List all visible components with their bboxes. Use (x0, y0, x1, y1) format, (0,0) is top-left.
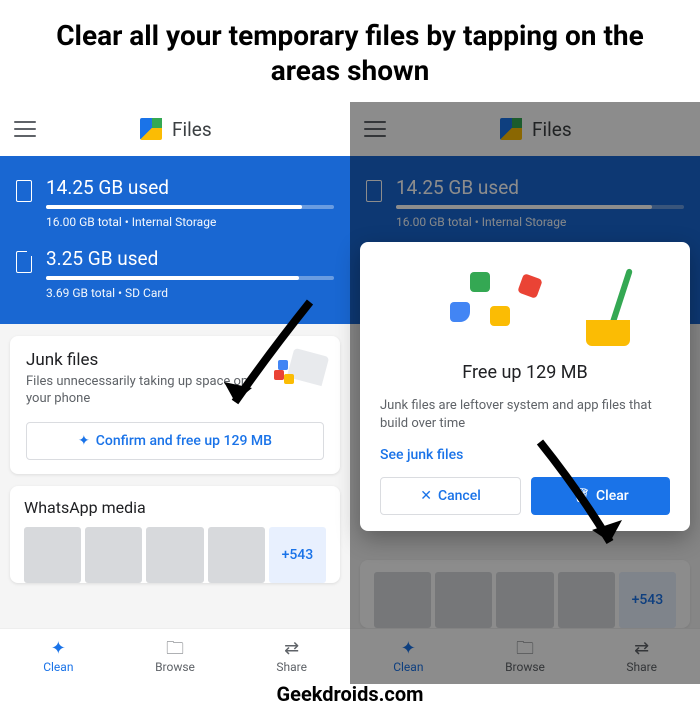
phone-icon (366, 180, 382, 202)
sparkle-icon: ✦ (78, 433, 90, 449)
whatsapp-title: WhatsApp media (24, 498, 326, 517)
menu-icon[interactable] (14, 121, 36, 137)
bottom-nav: ✦Clean 🗀Browse ⇄Share (350, 628, 700, 684)
nav-share[interactable]: ⇄Share (233, 629, 350, 684)
files-logo-icon (500, 118, 522, 140)
app-name: Files (172, 118, 212, 141)
folder-search-icon: 🗀 (516, 640, 534, 658)
sd-used: 3.25 GB used (46, 247, 334, 270)
screen-right: Files 14.25 GB used 16.00 GB total • Int… (350, 102, 700, 684)
app-brand: Files (140, 118, 212, 141)
media-thumb[interactable] (208, 527, 265, 583)
confirm-free-up-button[interactable]: ✦ Confirm and free up 129 MB (26, 422, 324, 460)
internal-used: 14.25 GB used (46, 176, 334, 199)
media-more[interactable]: +543 (269, 527, 326, 583)
annotation-arrow (210, 292, 320, 422)
nav-browse[interactable]: 🗀Browse (467, 629, 584, 684)
whatsapp-card-bg: +543 (360, 560, 690, 628)
internal-sub: 16.00 GB total • Internal Storage (46, 215, 334, 229)
whatsapp-card: WhatsApp media +543 (10, 486, 340, 583)
dialog-title: Free up 129 MB (380, 362, 670, 383)
instruction-headline: Clear all your temporary files by tappin… (0, 0, 700, 102)
nav-clean[interactable]: ✦Clean (350, 629, 467, 684)
app-brand: Files (500, 118, 572, 141)
internal-bar (46, 205, 334, 209)
files-logo-icon (140, 118, 162, 140)
dialog-text: Junk files are leftover system and app f… (380, 397, 670, 433)
thumbnail-row: +543 (24, 527, 326, 583)
nav-browse[interactable]: 🗀Browse (117, 629, 234, 684)
sparkle-icon: ✦ (51, 640, 66, 658)
top-bar: Files (0, 102, 350, 156)
screenshots-row: Files 14.25 GB used 16.00 GB total • Int… (0, 102, 700, 684)
free-up-dialog: Free up 129 MB Junk files are leftover s… (360, 242, 690, 531)
sparkle-icon: ✦ (401, 640, 416, 658)
media-thumb[interactable] (24, 527, 81, 583)
swap-icon: ⇄ (634, 640, 649, 658)
sd-bar (46, 276, 334, 280)
confirm-label: Confirm and free up 129 MB (96, 433, 272, 449)
sd-card-icon (16, 251, 32, 273)
cancel-button[interactable]: ✕ Cancel (380, 477, 521, 515)
media-thumb[interactable] (85, 527, 142, 583)
close-icon: ✕ (420, 488, 432, 504)
app-name: Files (532, 118, 572, 141)
phone-icon (16, 180, 32, 202)
internal-storage-row[interactable]: 14.25 GB used 16.00 GB total • Internal … (16, 176, 334, 229)
internal-used: 14.25 GB used (396, 176, 684, 199)
screen-left: Files 14.25 GB used 16.00 GB total • Int… (0, 102, 350, 684)
menu-icon[interactable] (364, 121, 386, 137)
top-bar: Files (350, 102, 700, 156)
swap-icon: ⇄ (284, 640, 299, 658)
bottom-nav: ✦Clean 🗀Browse ⇄Share (0, 628, 350, 684)
folder-search-icon: 🗀 (166, 640, 184, 658)
internal-storage-row: 14.25 GB used 16.00 GB total • Internal … (366, 176, 684, 229)
nav-share[interactable]: ⇄Share (583, 629, 700, 684)
annotation-arrow (530, 432, 640, 562)
nav-clean[interactable]: ✦Clean (0, 629, 117, 684)
media-thumb[interactable] (146, 527, 203, 583)
broom-illustration (380, 262, 670, 352)
